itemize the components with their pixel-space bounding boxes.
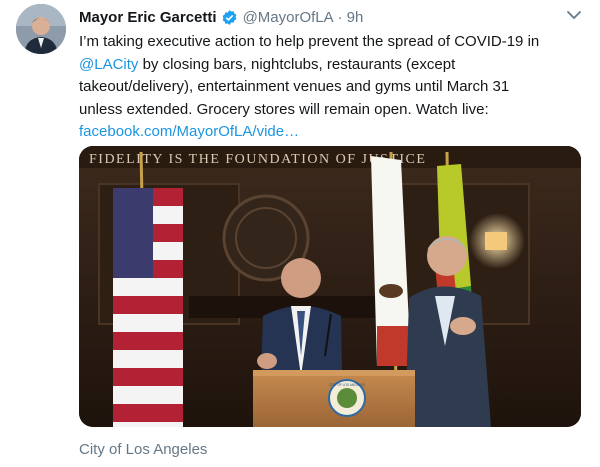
author-name[interactable]: Mayor Eric Garcetti [79,9,217,26]
avatar[interactable] [16,4,66,54]
tweet-link[interactable]: facebook.com/MayorOfLA/vide… [79,123,299,140]
tweet-header: Mayor Eric Garcetti @MayorOfLA · 9h [79,6,560,28]
tweet-text-line: I’m taking executive action to help prev… [79,31,589,54]
media-caption: City of Los Angeles [79,441,208,458]
verified-badge-icon [221,9,238,26]
tweet-text-segment: takeout/delivery), entertainment venues … [79,78,510,95]
author-handle[interactable]: @MayorOfLA [243,9,334,26]
tweet-text-line: @LACity by closing bars, nightclubs, res… [79,54,589,77]
tweet-text-line: takeout/delivery), entertainment venues … [79,76,589,99]
tweet-timestamp[interactable]: 9h [347,9,364,26]
tweet-text-line: facebook.com/MayorOfLA/vide… [79,121,589,144]
chevron-down-icon[interactable] [566,8,582,20]
tweet-text: I’m taking executive action to help prev… [79,31,589,144]
tweet-text-line: unless extended. Grocery stores will rem… [79,99,589,122]
header-separator: · [337,8,343,26]
podium-seal-text: CITY OF LOS ANGELES [329,383,365,387]
tweet-text-segment: unless extended. Grocery stores will rem… [79,100,489,118]
tweet-link[interactable]: @LACity [79,56,138,73]
tweet-media-photo[interactable]: FIDELITY IS THE FOUNDATION OF JUSTICE CI… [79,146,581,427]
tweet-text-segment: by closing bars, nightclubs, restaurants… [138,55,456,73]
tweet-text-segment: I’m taking executive action to help prev… [79,33,540,50]
